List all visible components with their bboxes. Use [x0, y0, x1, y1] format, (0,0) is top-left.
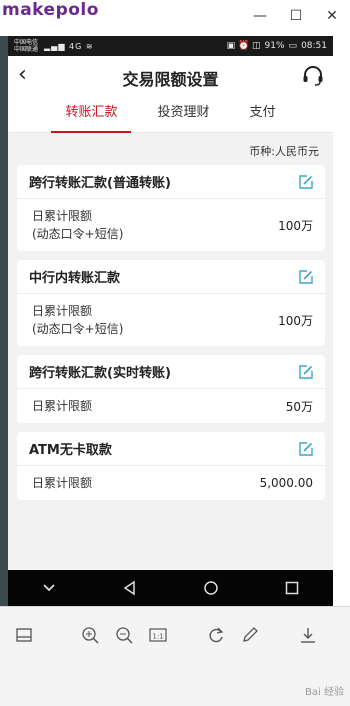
right-background-strip: [333, 36, 350, 606]
rotate-icon[interactable]: [206, 625, 226, 645]
tab-transfer[interactable]: 转账汇款: [51, 96, 132, 133]
clock: 08:51: [301, 41, 327, 51]
notification-icons: ▣ ⏰ ◫: [226, 41, 261, 51]
tab-payment[interactable]: 支付: [246, 96, 280, 132]
limit-auth-label: (动态口令+短信): [32, 322, 124, 336]
edit-icon[interactable]: [299, 364, 313, 379]
left-background-strip: [0, 36, 8, 606]
currency-label: 币种:人民币元: [249, 145, 319, 158]
fit-window-icon[interactable]: [14, 625, 34, 645]
edit-icon[interactable]: [299, 441, 313, 456]
actual-size-icon[interactable]: 1:1: [148, 625, 168, 645]
status-bar: 中国电信 中国联通 ▂▄▆ 4G ≋ ▣ ⏰ ◫ 91% ▭ 08:51: [8, 36, 333, 56]
watermark: makepolo: [2, 0, 99, 20]
card-title: 中行内转账汇款: [29, 271, 121, 286]
card-title: ATM无卡取款: [29, 443, 112, 458]
viewer-toolbar: 1:1 Bai 经验: [0, 606, 350, 706]
limit-value: 100万: [278, 313, 313, 328]
download-icon[interactable]: [298, 625, 318, 645]
edit-icon[interactable]: [299, 269, 313, 284]
limit-value: 50万: [285, 399, 313, 414]
nav-recents-square-icon[interactable]: [284, 580, 300, 596]
limit-label: 日累计限额: [32, 399, 93, 413]
app-header: ‹ 交易限额设置: [8, 56, 333, 96]
nav-home-circle-icon[interactable]: [203, 580, 219, 596]
viewer-titlebar: makepolo — ☐ ✕: [0, 0, 350, 37]
limit-card: ATM无卡取款 日累计限额 5,000.00: [17, 432, 325, 500]
edit-pencil-icon[interactable]: [240, 625, 260, 645]
card-title: 跨行转账汇款(普通转账): [29, 176, 171, 191]
card-title: 跨行转账汇款(实时转账): [29, 366, 171, 381]
brand-watermark: Bai 经验: [305, 687, 344, 698]
battery-percent: 91%: [264, 41, 285, 51]
page-title: 交易限额设置: [122, 70, 219, 89]
zoom-in-icon[interactable]: [80, 625, 100, 645]
limit-value: 100万: [278, 218, 313, 233]
carrier-2: 中国联通: [14, 46, 39, 53]
edit-icon[interactable]: [299, 174, 313, 189]
nav-back-triangle-icon[interactable]: [122, 580, 138, 596]
nav-down-chevron-icon[interactable]: [41, 580, 57, 596]
phone-screen: 中国电信 中国联通 ▂▄▆ 4G ≋ ▣ ⏰ ◫ 91% ▭ 08:51 ‹ 交…: [8, 36, 333, 606]
signal-icon: ▂▄▆ 4G ≋: [44, 41, 94, 51]
maximize-icon[interactable]: ☐: [288, 8, 304, 24]
limit-card: 跨行转账汇款(实时转账) 日累计限额 50万: [17, 355, 325, 423]
carrier-1: 中国电信: [14, 39, 39, 46]
network-type: 4G: [69, 41, 83, 51]
tab-investment[interactable]: 投资理财: [153, 96, 213, 132]
customer-service-headset-icon[interactable]: [301, 64, 325, 92]
limit-label: 日累计限额: [32, 304, 93, 318]
limit-label: 日累计限额: [32, 209, 93, 223]
limit-auth-label: (动态口令+短信): [32, 227, 124, 241]
zoom-out-icon[interactable]: [114, 625, 134, 645]
tab-bar: 转账汇款 投资理财 支付: [8, 96, 333, 133]
battery-icon: ▭: [288, 41, 298, 51]
limit-label: 日累计限额: [32, 476, 93, 490]
carrier-labels: 中国电信 中国联通: [14, 39, 38, 53]
svg-text:1:1: 1:1: [152, 633, 163, 641]
limit-value: 5,000.00: [259, 476, 313, 490]
close-icon[interactable]: ✕: [324, 8, 340, 24]
minimize-icon[interactable]: —: [252, 8, 268, 24]
android-nav-bar: [8, 570, 333, 606]
limit-card: 跨行转账汇款(普通转账) 日累计限额 (动态口令+短信) 100万: [17, 165, 325, 251]
limit-card: 中行内转账汇款 日累计限额 (动态口令+短信) 100万: [17, 260, 325, 346]
